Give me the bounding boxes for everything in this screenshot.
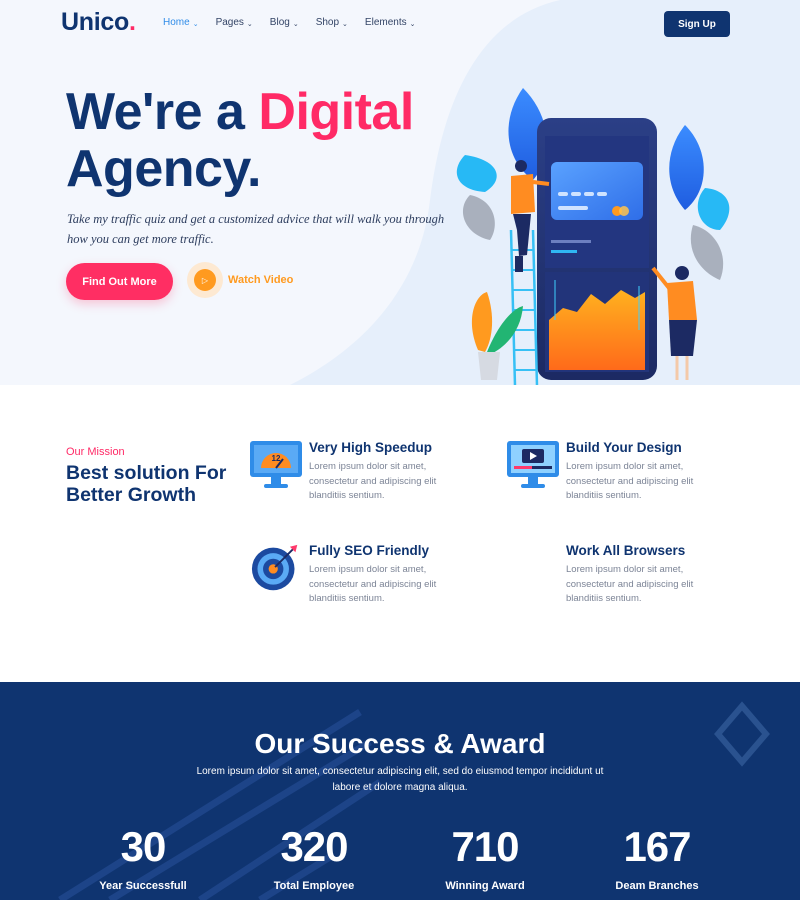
feature-text: Lorem ipsum dolor sit amet, consectetur … — [566, 564, 694, 604]
feature-title: Very High Speedup — [309, 440, 433, 455]
chevron-down-icon: ⌄ — [409, 20, 416, 28]
stat-years: 30 Year Successfull — [68, 822, 218, 892]
find-out-more-button[interactable]: Find Out More — [66, 263, 173, 300]
menu-item-home[interactable]: Home ⌄ — [163, 17, 199, 28]
hero-title-part1: We're a — [66, 83, 259, 141]
chevron-down-icon: ⌄ — [246, 20, 253, 28]
chevron-down-icon: ⌄ — [292, 20, 299, 28]
mission-title: Best solution For Better Growth — [66, 462, 227, 506]
feature-title: Fully SEO Friendly — [309, 543, 430, 558]
feature-text: Lorem ipsum dolor sit amet, consectetur … — [566, 461, 694, 501]
top-navigation: Unico. Home ⌄ Pages ⌄ Blog ⌄ Shop ⌄ Elem… — [0, 0, 800, 48]
stat-employees: 320 Total Employee — [239, 822, 389, 892]
hero-title-accent: Digital — [258, 83, 414, 141]
menu-item-label: Elements — [364, 17, 407, 28]
menu-item-label: Pages — [215, 17, 244, 28]
play-icon: ▷ — [194, 269, 216, 291]
stats-title: Our Success & Award — [254, 728, 546, 759]
menu-item-elements[interactable]: Elements ⌄ — [365, 17, 416, 28]
mission-kicker: Our Mission — [66, 446, 125, 458]
menu-item-label: Shop — [315, 17, 340, 28]
browser-icon — [506, 543, 560, 593]
stat-branches: 167 Deam Branches — [582, 822, 732, 892]
stat-label: Deam Branches — [615, 880, 699, 892]
stat-value: 320 — [280, 823, 348, 870]
feature-title: Work All Browsers — [566, 543, 686, 558]
stats-subtitle: Lorem ipsum dolor sit amet, consectetur … — [196, 766, 604, 793]
hero-title: We're a Digital Agency. — [66, 84, 414, 198]
menu-item-pages[interactable]: Pages ⌄ — [216, 17, 253, 28]
menu-item-label: Blog — [269, 17, 290, 28]
brand-dot: . — [128, 8, 136, 36]
hero-section: Unico. Home ⌄ Pages ⌄ Blog ⌄ Shop ⌄ Elem… — [0, 0, 800, 385]
hero-title-part2: Agency. — [66, 140, 261, 198]
stats-section: Our Success & Award Lorem ipsum dolor si… — [0, 682, 800, 900]
brand-name: Unico — [61, 8, 129, 36]
menu-item-label: Home — [163, 17, 190, 28]
menu-item-shop[interactable]: Shop ⌄ — [316, 17, 348, 28]
hero-description: Take my traffic quiz and get a customize… — [67, 212, 445, 246]
stat-label: Total Employee — [273, 880, 355, 892]
chevron-down-icon: ⌄ — [192, 20, 199, 28]
stat-value: 167 — [623, 823, 691, 870]
feature-text: Lorem ipsum dolor sit amet, consectetur … — [309, 461, 437, 501]
play-button-ring: ▷ — [187, 262, 223, 298]
video-design-icon — [507, 441, 559, 488]
stat-value: 710 — [451, 823, 519, 870]
menu-item-blog[interactable]: Blog ⌄ — [270, 17, 299, 28]
hero-illustration — [456, 88, 730, 385]
main-menu: Home ⌄ Pages ⌄ Blog ⌄ Shop ⌄ Elements ⌄ — [163, 17, 415, 28]
watch-video-button[interactable]: ▷ Watch Video — [187, 262, 293, 298]
watch-video-label: Watch Video — [228, 274, 294, 286]
stat-value: 30 — [120, 823, 167, 870]
feature-title: Build Your Design — [566, 440, 682, 455]
feature-text: Lorem ipsum dolor sit amet, consectetur … — [309, 564, 437, 604]
stat-label: Year Successfull — [99, 880, 187, 892]
brand-logo[interactable]: Unico. — [61, 8, 136, 37]
stat-label: Winning Award — [445, 880, 525, 892]
speed-monitor-icon: 12 — [250, 441, 302, 488]
chevron-down-icon: ⌄ — [342, 20, 348, 28]
sign-up-button[interactable]: Sign Up — [664, 11, 730, 37]
clock-number: 12 — [272, 454, 281, 463]
target-icon — [251, 544, 298, 591]
stat-awards: 710 Winning Award — [410, 822, 560, 892]
